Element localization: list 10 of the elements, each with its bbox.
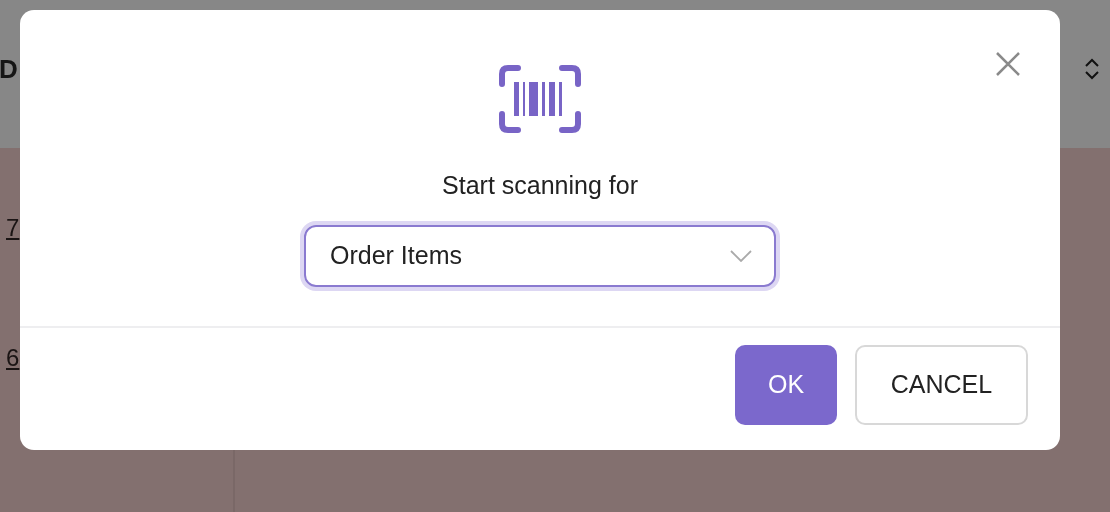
dialog-title: Start scanning for (442, 170, 638, 201)
barcode-scan-icon (499, 65, 581, 133)
column-heading: D (0, 52, 18, 86)
chevron-down-icon (730, 249, 752, 262)
close-button[interactable] (994, 50, 1022, 78)
link[interactable]: 7 (6, 210, 20, 246)
ok-button[interactable]: OK (735, 345, 837, 425)
link[interactable]: 6 (6, 340, 20, 376)
cancel-button[interactable]: CANCEL (855, 345, 1028, 425)
sort-icon (1084, 57, 1100, 81)
